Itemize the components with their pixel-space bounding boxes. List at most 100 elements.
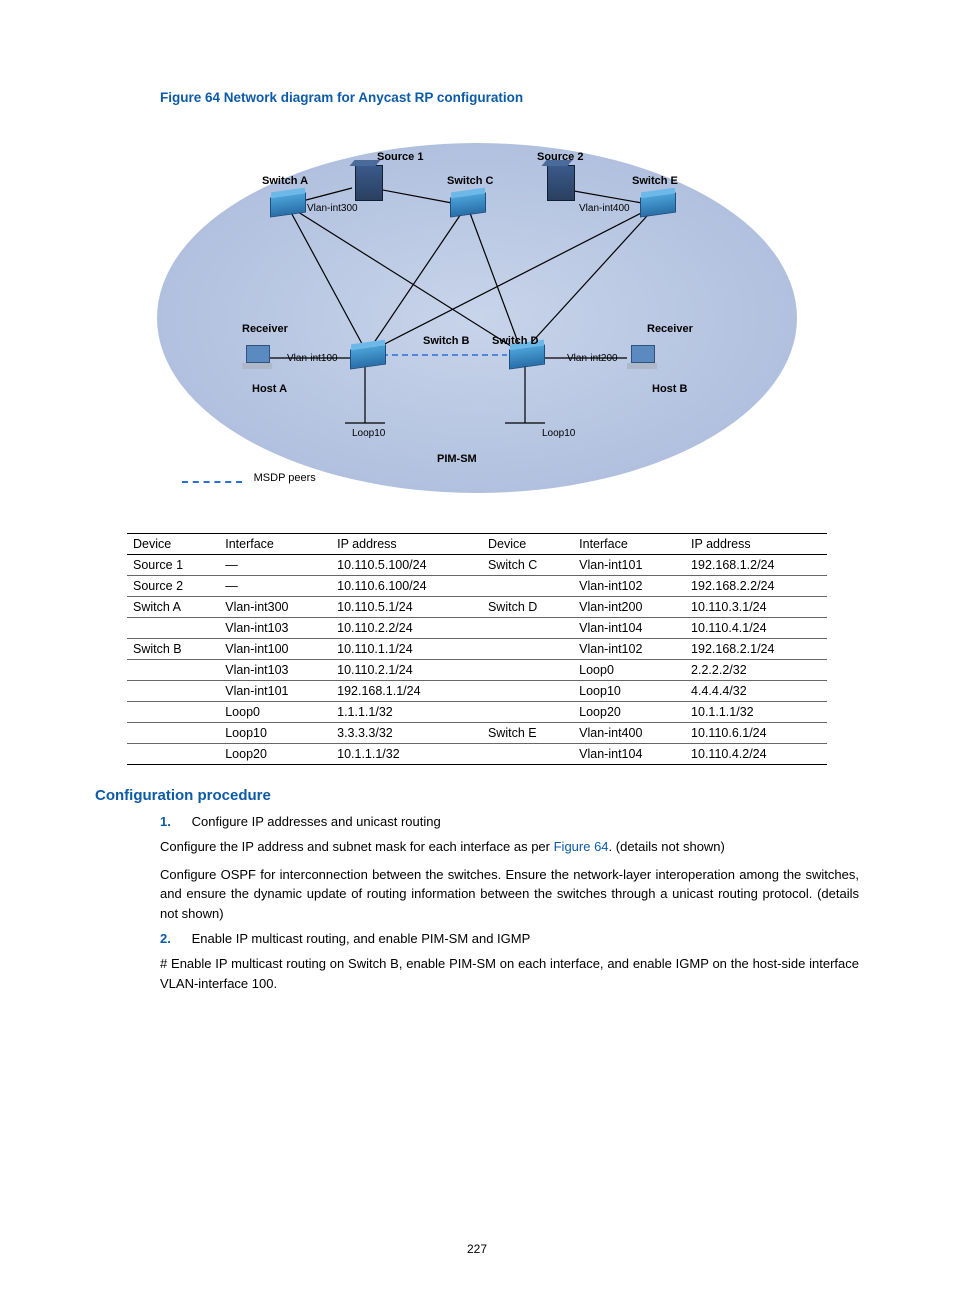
table-cell: Switch D <box>482 597 573 618</box>
vlan100-label: Vlan-int100 <box>287 353 338 364</box>
table-cell: 3.3.3.3/32 <box>331 723 482 744</box>
table-row: Vlan-int101192.168.1.1/24 Loop104.4.4.4/3… <box>127 681 827 702</box>
table-row: Switch AVlan-int30010.110.5.1/24Switch D… <box>127 597 827 618</box>
table-cell: 192.168.1.1/24 <box>331 681 482 702</box>
para1a: Configure the IP address and subnet mask… <box>160 839 554 854</box>
table-cell: 10.110.4.2/24 <box>685 744 827 765</box>
table-cell <box>482 618 573 639</box>
table-cell: 10.110.1.1/24 <box>331 639 482 660</box>
table-cell: Loop10 <box>219 723 331 744</box>
table-cell: Loop0 <box>219 702 331 723</box>
switch-a-label: Switch A <box>262 175 308 187</box>
config-procedure-heading: Configuration procedure <box>95 787 859 804</box>
table-row: Switch BVlan-int10010.110.1.1/24 Vlan-int… <box>127 639 827 660</box>
table-cell: Source 2 <box>127 576 219 597</box>
table-cell: 4.4.4.4/32 <box>685 681 827 702</box>
table-cell: Source 1 <box>127 555 219 576</box>
vlan300-label: Vlan-int300 <box>307 203 358 214</box>
step2-num: 2. <box>160 931 188 946</box>
col-ip: IP address <box>331 534 482 555</box>
table-cell: Loop20 <box>219 744 331 765</box>
table-cell <box>127 702 219 723</box>
table-cell: Loop20 <box>573 702 685 723</box>
table-cell <box>127 744 219 765</box>
table-cell: Vlan-int104 <box>573 744 685 765</box>
table-row: Loop2010.1.1.1/32 Vlan-int10410.110.4.2/2… <box>127 744 827 765</box>
step2-text: Enable IP multicast routing, and enable … <box>192 931 531 946</box>
table-cell: Vlan-int103 <box>219 618 331 639</box>
para-configure-ospf: Configure OSPF for interconnection betwe… <box>160 865 859 924</box>
table-cell: 10.110.6.100/24 <box>331 576 482 597</box>
table-cell: 10.110.4.1/24 <box>685 618 827 639</box>
host-b-icon <box>627 345 657 369</box>
table-cell: Loop0 <box>573 660 685 681</box>
table-cell: Vlan-int100 <box>219 639 331 660</box>
table-cell: 10.110.6.1/24 <box>685 723 827 744</box>
table-row: Source 1—10.110.5.100/24Switch CVlan-int… <box>127 555 827 576</box>
table-cell <box>127 618 219 639</box>
table-cell <box>482 660 573 681</box>
step1-text: Configure IP addresses and unicast routi… <box>192 814 441 829</box>
table-cell: 1.1.1.1/32 <box>331 702 482 723</box>
table-cell: 10.110.2.1/24 <box>331 660 482 681</box>
table-cell: Switch B <box>127 639 219 660</box>
switch-c-label: Switch C <box>447 175 493 187</box>
para-configure-ip: Configure the IP address and subnet mask… <box>160 837 859 857</box>
table-cell: Loop10 <box>573 681 685 702</box>
col-ip2: IP address <box>685 534 827 555</box>
table-cell: Vlan-int101 <box>219 681 331 702</box>
network-diagram: Source 1 Source 2 Switch A Switch C Swit… <box>127 123 827 523</box>
col-interface2: Interface <box>573 534 685 555</box>
table-cell: — <box>219 555 331 576</box>
col-interface: Interface <box>219 534 331 555</box>
legend-label: MSDP peers <box>254 472 316 484</box>
table-row: Vlan-int10310.110.2.1/24Loop02.2.2.2/32 <box>127 660 827 681</box>
vlan200-label: Vlan-int200 <box>567 353 618 364</box>
table-cell: Vlan-int300 <box>219 597 331 618</box>
host-b-label: Host B <box>652 383 687 395</box>
pim-label: PIM-SM <box>437 453 477 465</box>
figure-caption: Figure 64 Network diagram for Anycast RP… <box>160 90 859 105</box>
table-row: Loop103.3.3.3/32Switch EVlan-int40010.11… <box>127 723 827 744</box>
table-cell: Switch C <box>482 555 573 576</box>
table-cell: 10.110.5.1/24 <box>331 597 482 618</box>
table-cell <box>482 744 573 765</box>
table-row: Source 2—10.110.6.100/24Vlan-int102192.1… <box>127 576 827 597</box>
table-cell: Vlan-int103 <box>219 660 331 681</box>
switch-d-label: Switch D <box>492 335 538 347</box>
col-device: Device <box>127 534 219 555</box>
table-row: Loop01.1.1.1/32 Loop2010.1.1.1/32 <box>127 702 827 723</box>
address-table: Device Interface IP address Device Inter… <box>127 533 827 765</box>
table-cell: 10.1.1.1/32 <box>331 744 482 765</box>
table-cell <box>127 660 219 681</box>
table-cell: 192.168.1.2/24 <box>685 555 827 576</box>
figure-64-link[interactable]: Figure 64 <box>554 839 609 854</box>
host-a-label: Host A <box>252 383 287 395</box>
table-cell: Vlan-int102 <box>573 576 685 597</box>
table-cell: 10.110.3.1/24 <box>685 597 827 618</box>
source1-icon <box>355 165 383 201</box>
table-cell: 10.110.5.100/24 <box>331 555 482 576</box>
receiver-a-label: Receiver <box>242 323 288 335</box>
page-number: 227 <box>0 1242 954 1256</box>
table-cell: Switch A <box>127 597 219 618</box>
switch-e-label: Switch E <box>632 175 678 187</box>
table-cell: 192.168.2.1/24 <box>685 639 827 660</box>
table-cell: Vlan-int102 <box>573 639 685 660</box>
table-cell: Vlan-int104 <box>573 618 685 639</box>
table-cell: Vlan-int400 <box>573 723 685 744</box>
table-cell: Vlan-int101 <box>573 555 685 576</box>
table-cell <box>482 702 573 723</box>
table-cell: Switch E <box>482 723 573 744</box>
step-1: 1. Configure IP addresses and unicast ro… <box>160 814 859 829</box>
source2-icon <box>547 165 575 201</box>
table-header-row: Device Interface IP address Device Inter… <box>127 534 827 555</box>
loop10b-label: Loop10 <box>542 428 575 439</box>
table-cell: — <box>219 576 331 597</box>
table-cell: 10.1.1.1/32 <box>685 702 827 723</box>
table-cell: Vlan-int200 <box>573 597 685 618</box>
table-cell <box>127 681 219 702</box>
table-cell <box>482 639 573 660</box>
table-cell <box>482 576 573 597</box>
step-2: 2. Enable IP multicast routing, and enab… <box>160 931 859 946</box>
